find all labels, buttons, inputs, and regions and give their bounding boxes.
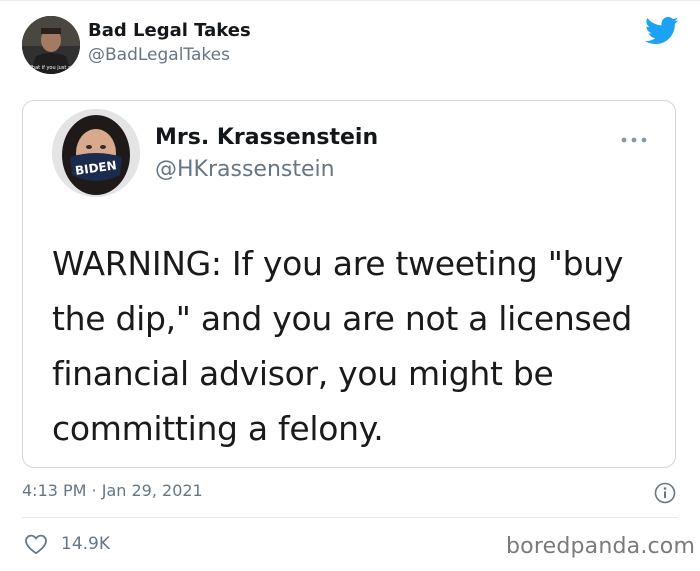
quoted-tweet-text: WARNING: If you are tweeting "buy the di… <box>52 244 633 448</box>
tweet-date[interactable]: Jan 29, 2021 <box>102 481 203 500</box>
like-count[interactable]: 14.9K <box>61 534 110 554</box>
quoted-author-avatar[interactable]: BIDEN <box>52 109 140 197</box>
more-options-icon[interactable] <box>619 135 649 145</box>
heart-icon[interactable] <box>24 533 48 555</box>
author-name[interactable]: Bad Legal Takes <box>88 20 251 41</box>
tweet-time[interactable]: 4:13 PM <box>22 481 86 500</box>
top-border <box>0 0 700 1</box>
quoted-avatar-photo: BIDEN <box>52 109 140 197</box>
avatar-photo: What if you just sai <box>22 16 80 74</box>
timestamp-separator: · <box>86 481 102 500</box>
footer-divider <box>22 517 678 518</box>
avatar-caption: What if you just sai <box>27 65 75 71</box>
watermark: boredpanda.com <box>506 534 696 559</box>
twitter-bird-icon[interactable] <box>645 16 679 46</box>
quoted-author-name[interactable]: Mrs. Krassenstein <box>155 125 378 150</box>
info-icon[interactable] <box>654 482 676 504</box>
author-avatar[interactable]: What if you just sai <box>22 16 80 74</box>
quoted-tweet-card[interactable]: BIDEN Mrs. Krassenstein @HKrassenstein W… <box>22 100 676 468</box>
timestamp[interactable]: 4:13 PM · Jan 29, 2021 <box>22 481 203 500</box>
quoted-author-handle[interactable]: @HKrassenstein <box>155 157 335 182</box>
author-handle[interactable]: @BadLegalTakes <box>88 45 230 65</box>
